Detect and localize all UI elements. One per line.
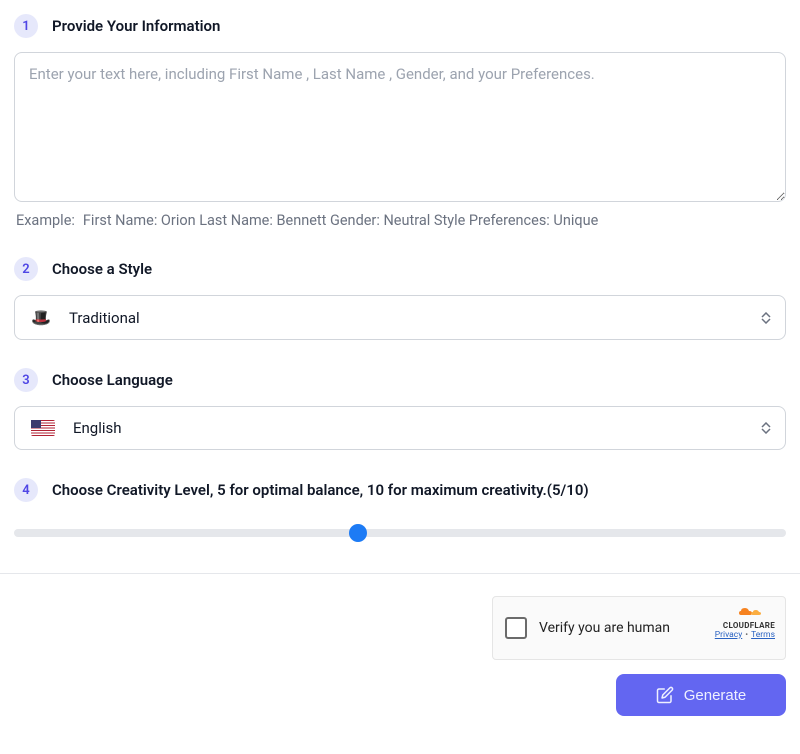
- captcha-brand-text: CLOUDFLARE: [715, 621, 775, 630]
- step-provide-info: 1 Provide Your Information Example: Firs…: [14, 14, 786, 229]
- generate-label: Generate: [684, 687, 747, 704]
- captcha-widget: Verify you are human CLOUDFLARE Privacy•…: [492, 596, 786, 660]
- step3-header: 3 Choose Language: [14, 368, 786, 392]
- step4-header: 4 Choose Creativity Level, 5 for optimal…: [14, 478, 786, 502]
- example-label: Example:: [16, 212, 75, 229]
- step1-badge: 1: [14, 14, 38, 38]
- step2-header: 2 Choose a Style: [14, 257, 786, 281]
- step-creativity-level: 4 Choose Creativity Level, 5 for optimal…: [14, 478, 786, 545]
- section-divider: [0, 573, 800, 574]
- us-flag-icon: [31, 420, 55, 436]
- captcha-privacy-link[interactable]: Privacy: [715, 630, 742, 640]
- step4-title: Choose Creativity Level, 5 for optimal b…: [52, 481, 589, 499]
- step2-title: Choose a Style: [52, 260, 152, 278]
- edit-icon: [656, 686, 674, 704]
- step1-header: 1 Provide Your Information: [14, 14, 786, 38]
- style-select[interactable]: 🎩 Traditional: [14, 295, 786, 340]
- example-text: First Name: Orion Last Name: Bennett Gen…: [83, 212, 598, 229]
- step3-badge: 3: [14, 368, 38, 392]
- cloudflare-logo-icon: [715, 605, 775, 619]
- captcha-terms-link[interactable]: Terms: [751, 630, 775, 640]
- captcha-brand: CLOUDFLARE Privacy•Terms: [715, 605, 775, 640]
- generate-button[interactable]: Generate: [616, 674, 786, 716]
- captcha-links: Privacy•Terms: [715, 630, 775, 640]
- top-hat-icon: 🎩: [31, 308, 51, 327]
- captcha-text: Verify you are human: [539, 620, 670, 636]
- example-row: Example: First Name: Orion Last Name: Be…: [14, 206, 786, 229]
- language-select[interactable]: English: [14, 406, 786, 450]
- step3-title: Choose Language: [52, 371, 173, 389]
- creativity-slider[interactable]: [14, 529, 786, 537]
- footer: Verify you are human CLOUDFLARE Privacy•…: [14, 596, 786, 716]
- info-textarea[interactable]: [14, 52, 786, 202]
- slider-wrap: [14, 516, 786, 545]
- step2-badge: 2: [14, 257, 38, 281]
- step1-title: Provide Your Information: [52, 17, 220, 35]
- chevron-updown-icon: [761, 312, 771, 324]
- language-selected-label: English: [73, 419, 122, 437]
- step4-badge: 4: [14, 478, 38, 502]
- style-selected-label: Traditional: [69, 309, 140, 327]
- captcha-checkbox[interactable]: [505, 617, 527, 639]
- step-choose-language: 3 Choose Language English: [14, 368, 786, 450]
- chevron-updown-icon: [761, 422, 771, 434]
- step-choose-style: 2 Choose a Style 🎩 Traditional: [14, 257, 786, 340]
